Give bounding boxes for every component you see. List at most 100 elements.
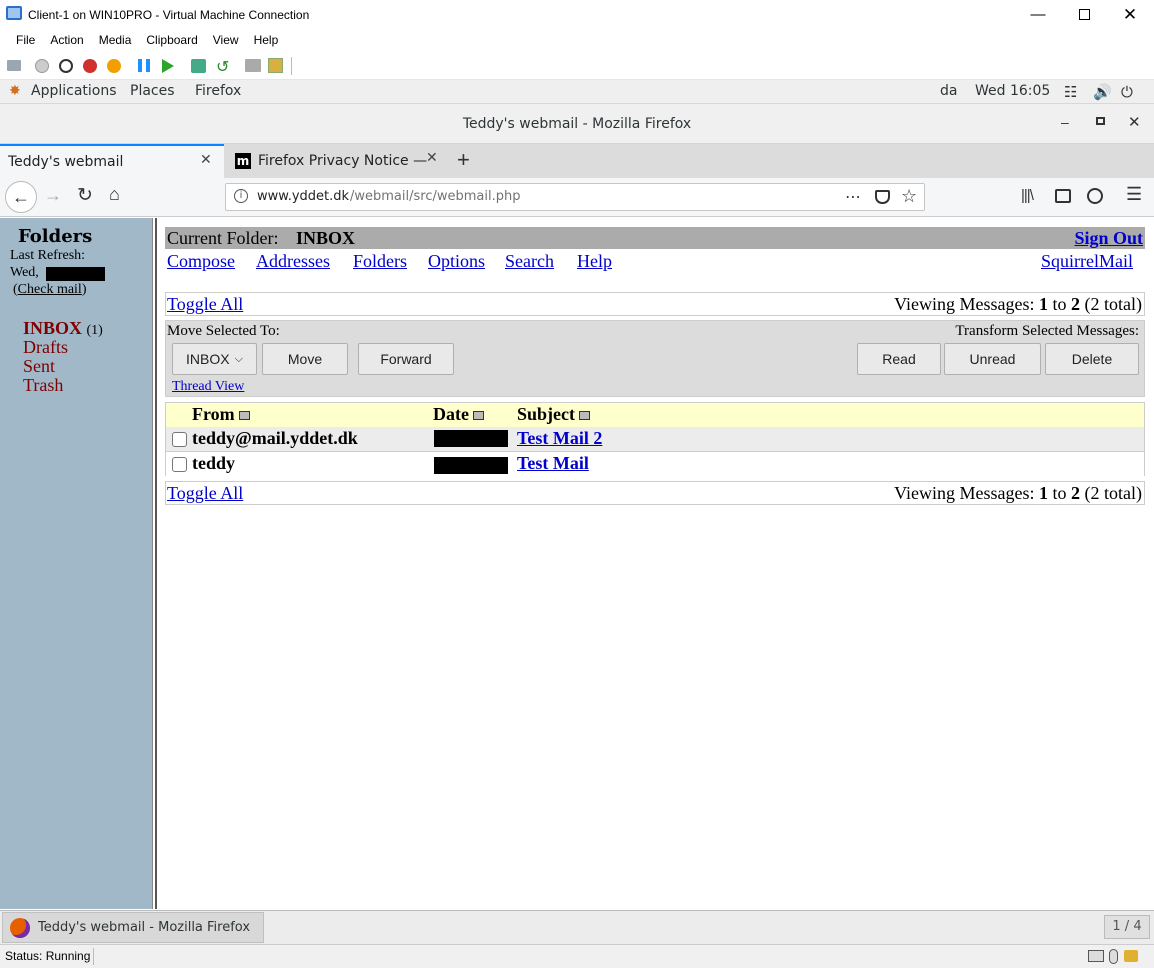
column-subject[interactable]: Subject [517, 404, 590, 425]
column-from[interactable]: From [192, 404, 250, 425]
status-divider [93, 948, 94, 965]
tab-close-icon[interactable]: ✕ [200, 152, 212, 168]
addresses-link[interactable]: Addresses [256, 251, 330, 272]
new-tab-button[interactable]: + [457, 147, 470, 173]
resume-icon[interactable] [162, 59, 174, 73]
enhanced-session-icon[interactable] [245, 59, 261, 72]
vm-menu-media[interactable]: Media [99, 33, 132, 47]
delete-button[interactable]: Delete [1045, 343, 1139, 375]
share-icon[interactable] [268, 58, 283, 73]
network-icon[interactable]: ☷ [1064, 83, 1077, 101]
compose-link[interactable]: Compose [167, 251, 235, 272]
message-list-footer-bar: Toggle All Viewing Messages: 1 to 2 (2 t… [165, 481, 1145, 505]
ctrl-alt-del-icon[interactable] [7, 60, 21, 71]
sidebar-toggle-icon[interactable] [1055, 189, 1071, 203]
folder-drafts[interactable]: Drafts [23, 337, 68, 358]
volume-icon[interactable]: 🔊 [1093, 83, 1112, 101]
read-button[interactable]: Read [857, 343, 941, 375]
vm-menu-view[interactable]: View [213, 33, 239, 47]
move-button[interactable]: Move [262, 343, 348, 375]
keyboard-language[interactable]: da [940, 83, 957, 99]
gnome-top-bar: ✸ Applications Places Firefox da Wed 16:… [0, 80, 1154, 104]
menu-icon[interactable]: ☰ [1126, 184, 1142, 205]
firefox-icon [10, 918, 30, 938]
clock[interactable]: Wed 16:05 [975, 83, 1050, 99]
vm-window-title: Client-1 on WIN10PRO - Virtual Machine C… [28, 7, 310, 22]
squirrelmail-link[interactable]: SquirrelMail [1041, 251, 1133, 272]
folder-trash[interactable]: Trash [23, 375, 63, 396]
message-checkbox[interactable] [172, 432, 187, 447]
bookmark-star-icon[interactable]: ☆ [901, 186, 917, 207]
site-info-icon[interactable]: i [234, 189, 248, 203]
message-list: From Date Subject teddy@mail.yddet.dk Te… [165, 402, 1145, 476]
firefox-maximize-button[interactable] [1096, 117, 1105, 125]
folder-sent[interactable]: Sent [23, 356, 55, 377]
url-bar[interactable]: i www.yddet.dk/webmail/src/webmail.php ⋯… [225, 183, 925, 211]
thread-view-link[interactable]: Thread View [172, 379, 244, 395]
power-icon[interactable] [107, 59, 121, 73]
current-folder-label: Current Folder: [167, 228, 279, 248]
workspace-indicator[interactable]: 1 / 4 [1104, 915, 1150, 939]
turn-off-icon[interactable] [59, 59, 73, 73]
start-icon[interactable] [35, 59, 49, 73]
reload-button[interactable]: ↻ [77, 184, 93, 207]
power-menu-icon[interactable]: ⏻ [1121, 83, 1133, 101]
vm-menu-file[interactable]: File [16, 33, 35, 47]
sort-icon[interactable] [472, 411, 484, 421]
pocket-icon[interactable] [875, 190, 890, 204]
pause-icon[interactable] [138, 59, 150, 72]
account-icon[interactable] [1087, 188, 1103, 204]
url-path: /webmail/src/webmail.php [350, 189, 521, 204]
redacted-date [434, 457, 508, 474]
tab-privacy-notice[interactable]: m Firefox Privacy Notice — ✕ [226, 144, 450, 178]
vm-menu-clipboard[interactable]: Clipboard [146, 33, 197, 47]
home-button[interactable]: ⌂ [109, 184, 120, 205]
check-mail-link[interactable]: Check mail [18, 282, 82, 297]
unread-button[interactable]: Unread [944, 343, 1041, 375]
mozilla-favicon-icon: m [235, 153, 251, 169]
vm-menu-action[interactable]: Action [50, 33, 83, 47]
table-row[interactable]: teddy@mail.yddet.dk Test Mail 2 [166, 427, 1144, 451]
vm-menu-help[interactable]: Help [254, 33, 279, 47]
table-row[interactable]: teddy Test Mail [166, 452, 1144, 476]
tab-teddys-webmail[interactable]: Teddy's webmail ✕ [0, 144, 224, 178]
firefox-minimize-button[interactable]: – [1061, 114, 1069, 130]
firefox-close-button[interactable]: ✕ [1128, 113, 1141, 131]
folders-link[interactable]: Folders [353, 251, 407, 272]
vm-maximize-button[interactable] [1061, 0, 1107, 29]
applications-menu[interactable]: Applications [31, 83, 117, 99]
taskbar-window-firefox[interactable]: Teddy's webmail - Mozilla Firefox [2, 912, 264, 943]
library-icon[interactable]: |||\ [1021, 187, 1034, 204]
search-link[interactable]: Search [505, 251, 554, 272]
back-button[interactable]: ← [5, 181, 37, 213]
vm-toolbar: ↺ [0, 51, 1154, 80]
toggle-all-link[interactable]: Toggle All [167, 483, 243, 504]
message-checkbox[interactable] [172, 457, 187, 472]
checkpoint-icon[interactable] [191, 59, 206, 73]
sort-icon[interactable] [238, 411, 250, 421]
column-date[interactable]: Date [433, 404, 484, 425]
message-subject-link[interactable]: Test Mail [517, 453, 589, 474]
firefox-app-menu[interactable]: Firefox [195, 83, 241, 99]
folder-inbox[interactable]: INBOX [23, 318, 82, 338]
forward-button[interactable]: Forward [358, 343, 454, 375]
folder-select[interactable]: INBOX ⌵ [172, 343, 257, 375]
message-subject-link[interactable]: Test Mail 2 [517, 428, 602, 449]
transform-selected-label: Transform Selected Messages: [955, 323, 1139, 339]
places-menu[interactable]: Places [130, 83, 175, 99]
firefox-title-bar: Teddy's webmail - Mozilla Firefox – ✕ [0, 104, 1154, 144]
vm-close-button[interactable]: ✕ [1107, 0, 1153, 29]
sign-out-link[interactable]: Sign Out [1074, 228, 1143, 249]
frame-divider[interactable] [152, 218, 157, 909]
options-link[interactable]: Options [428, 251, 485, 272]
page-actions-icon[interactable]: ⋯ [845, 187, 861, 206]
tab-close-icon[interactable]: ✕ [426, 150, 438, 166]
vm-minimize-button[interactable]: — [1015, 0, 1061, 29]
message-list-header-bar: Toggle All Viewing Messages: 1 to 2 (2 t… [165, 292, 1145, 316]
forward-button[interactable]: → [44, 185, 62, 206]
shut-down-icon[interactable] [83, 59, 97, 73]
toggle-all-link[interactable]: Toggle All [167, 294, 243, 315]
revert-icon[interactable]: ↺ [216, 57, 229, 77]
help-link[interactable]: Help [577, 251, 612, 272]
sort-icon[interactable] [579, 411, 590, 421]
